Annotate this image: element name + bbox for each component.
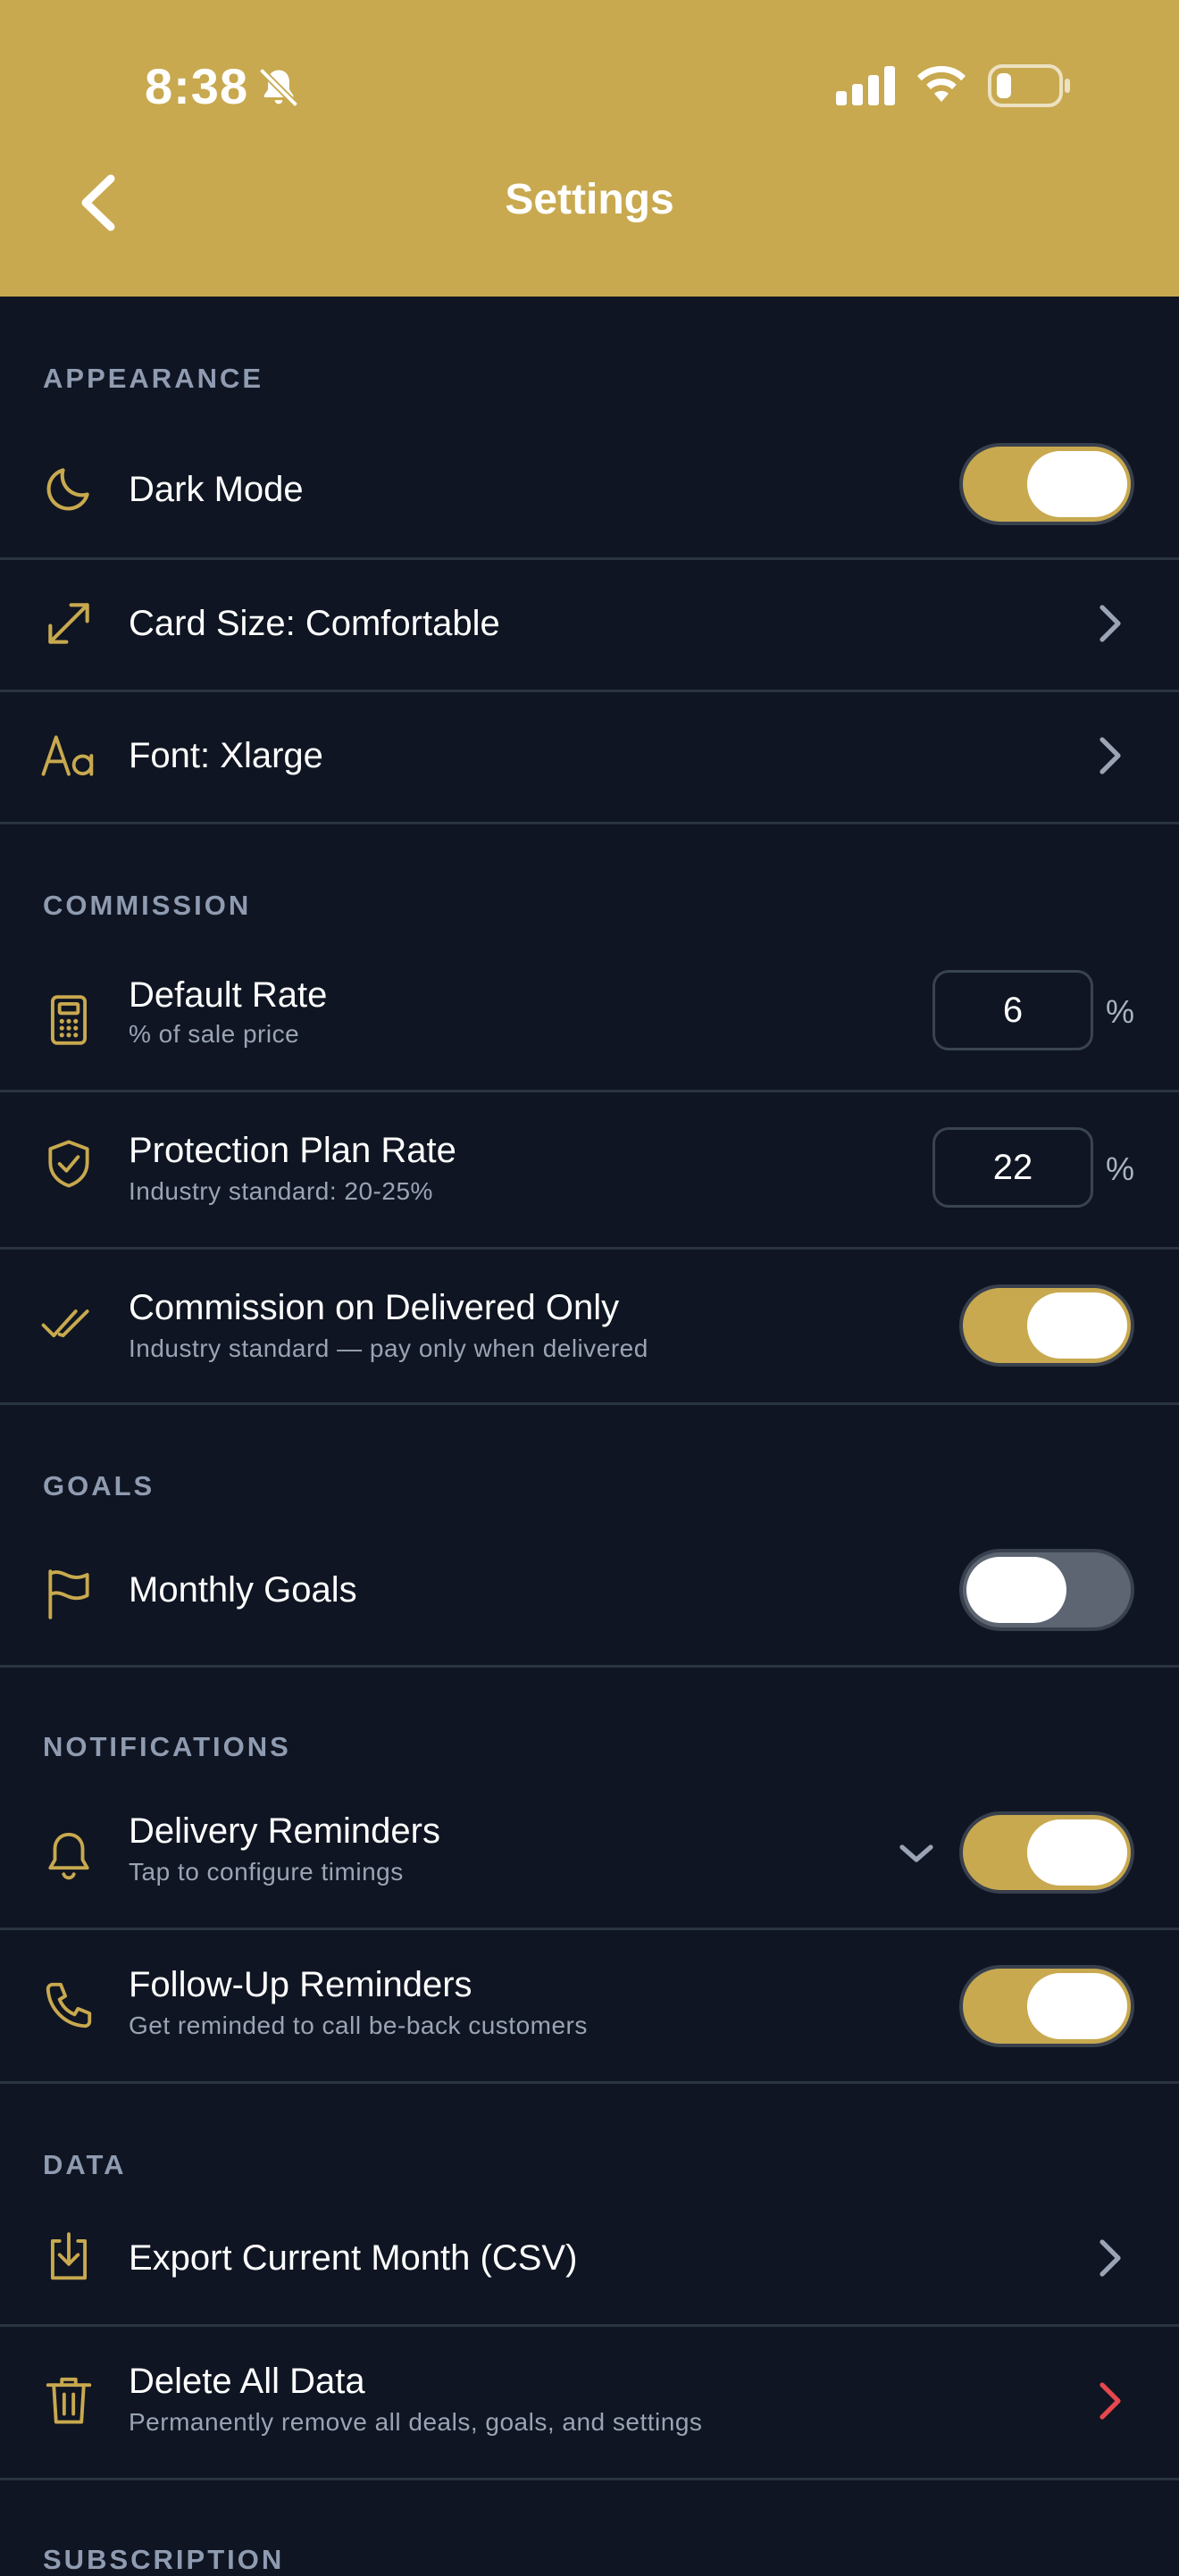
- delivery-reminders-row[interactable]: Delivery Reminders Tap to configure timi…: [0, 1790, 1179, 1930]
- chevron-right-icon: [1100, 2239, 1121, 2277]
- delivery-reminders-toggle[interactable]: [959, 1811, 1134, 1894]
- follow-up-reminders-label: Follow-Up Reminders: [129, 1965, 472, 2004]
- calculator-icon: [50, 995, 88, 1045]
- dark-mode-row: Dark Mode: [0, 425, 1179, 560]
- card-size-row[interactable]: Card Size: Comfortable: [0, 557, 1179, 692]
- chevron-right-icon: [1100, 605, 1121, 642]
- default-rate-row: Default Rate % of sale price 6 %: [0, 950, 1179, 1092]
- follow-up-reminders-subtitle: Get reminded to call be-back customers: [129, 2011, 588, 2039]
- moon-icon: [46, 468, 89, 511]
- monthly-goals-label: Monthly Goals: [129, 1570, 357, 1610]
- monthly-goals-row: Monthly Goals: [0, 1531, 1179, 1668]
- delivered-only-subtitle: Industry standard — pay only when delive…: [129, 1334, 648, 1362]
- section-label-subscription: SUBSCRIPTION: [43, 2544, 285, 2575]
- dark-mode-toggle[interactable]: [959, 443, 1134, 525]
- card-size-label: Card Size: Comfortable: [129, 604, 500, 643]
- toggle-knob: [1027, 1292, 1127, 1359]
- chevron-down-icon[interactable]: [897, 1840, 936, 1867]
- double-check-icon: [41, 1309, 89, 1338]
- default-rate-input[interactable]: 6: [932, 970, 1093, 1050]
- shield-check-icon: [48, 1140, 89, 1188]
- export-csv-row[interactable]: Export Current Month (CSV): [0, 2192, 1179, 2327]
- follow-up-reminders-toggle[interactable]: [959, 1965, 1134, 2047]
- trash-icon: [46, 2377, 92, 2424]
- percent-unit: %: [1106, 1150, 1135, 1187]
- cellular-signal-icon: [836, 66, 895, 105]
- page-title: Settings: [505, 176, 674, 223]
- monthly-goals-toggle[interactable]: [959, 1549, 1134, 1631]
- status-time: 8:38: [145, 58, 249, 114]
- protection-plan-rate-label: Protection Plan Rate: [129, 1131, 456, 1170]
- section-label-notifications: NOTIFICATIONS: [43, 1731, 291, 1762]
- delivery-reminders-label: Delivery Reminders: [129, 1811, 440, 1851]
- section-label-data: DATA: [43, 2149, 127, 2180]
- default-rate-subtitle: % of sale price: [129, 1020, 300, 1048]
- delivered-only-row: Commission on Delivered Only Industry st…: [0, 1247, 1179, 1405]
- wifi-icon: [917, 65, 966, 102]
- download-icon: [50, 2232, 88, 2280]
- toggle-knob: [1027, 1819, 1127, 1886]
- delete-all-data-row[interactable]: Delete All Data Permanently remove all d…: [0, 2324, 1179, 2480]
- dark-mode-label: Dark Mode: [129, 470, 304, 509]
- default-rate-label: Default Rate: [129, 975, 328, 1015]
- toggle-knob: [966, 1557, 1066, 1623]
- delivery-reminders-subtitle: Tap to configure timings: [129, 1858, 404, 1886]
- section-label-goals: GOALS: [43, 1470, 155, 1501]
- protection-plan-rate-input[interactable]: 22: [932, 1127, 1093, 1208]
- delete-all-data-label: Delete All Data: [129, 2362, 365, 2401]
- section-label-commission: COMMISSION: [43, 890, 252, 921]
- bell-icon: [48, 1832, 89, 1880]
- chevron-right-icon: [1100, 2382, 1121, 2420]
- toggle-knob: [1027, 1973, 1127, 2039]
- protection-plan-rate-row: Protection Plan Rate Industry standard: …: [0, 1090, 1179, 1250]
- chevron-right-icon: [1100, 737, 1121, 774]
- font-row[interactable]: Font: Xlarge: [0, 690, 1179, 824]
- follow-up-reminders-row: Follow-Up Reminders Get reminded to call…: [0, 1928, 1179, 2084]
- toggle-knob: [1027, 451, 1127, 517]
- percent-unit: %: [1106, 993, 1135, 1030]
- export-csv-label: Export Current Month (CSV): [129, 2238, 578, 2278]
- bell-off-icon: [258, 67, 299, 108]
- delivered-only-label: Commission on Delivered Only: [129, 1288, 620, 1327]
- section-label-appearance: APPEARANCE: [43, 363, 264, 394]
- resize-arrows-icon: [48, 603, 89, 644]
- protection-plan-rate-subtitle: Industry standard: 20-25%: [129, 1177, 433, 1205]
- delete-all-data-subtitle: Permanently remove all deals, goals, and…: [129, 2408, 703, 2436]
- flag-icon: [48, 1569, 89, 1619]
- battery-icon: [988, 64, 1070, 107]
- text-size-icon: [41, 735, 94, 776]
- delivered-only-toggle[interactable]: [959, 1284, 1134, 1367]
- phone-icon: [46, 1982, 92, 2028]
- header-bar: 8:38 Settings: [0, 0, 1179, 297]
- font-label: Font: Xlarge: [129, 736, 323, 775]
